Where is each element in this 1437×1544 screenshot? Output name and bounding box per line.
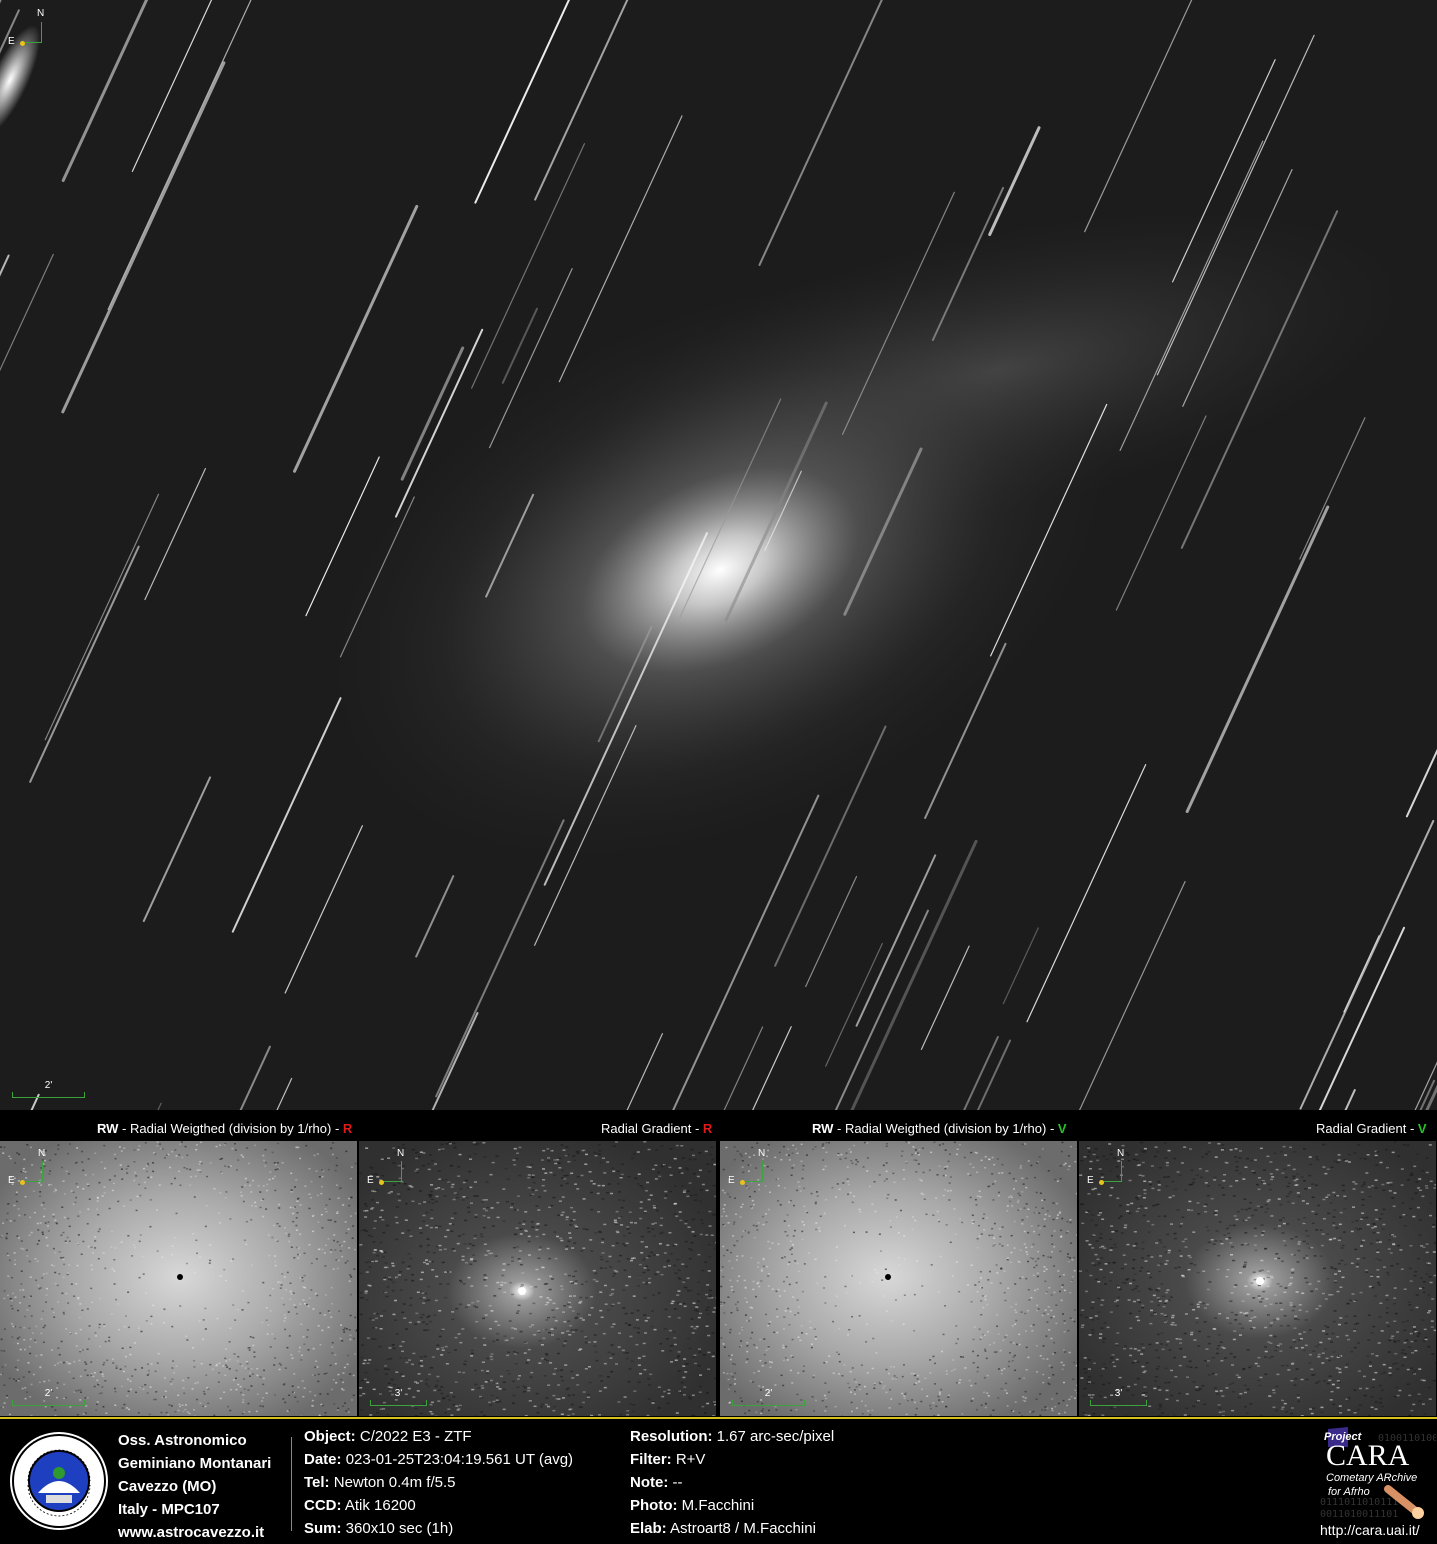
panel-gradient-r <box>359 1141 716 1416</box>
divider <box>291 1437 292 1531</box>
comet-main-image: N E 2' <box>0 0 1437 1110</box>
north-label: N <box>37 8 44 19</box>
scale-label: 2' <box>45 1080 52 1091</box>
comet-nucleus <box>1256 1277 1264 1285</box>
panel-title-gradient-v: Radial Gradient - V <box>1316 1121 1427 1136</box>
compass-indicator: N E <box>6 8 50 52</box>
observatory-website[interactable]: www.astrocavezzo.it <box>118 1521 271 1544</box>
info-left: Object: C/2022 E3 - ZTF Date: 023-01-25T… <box>304 1425 573 1540</box>
panel-compass-3: N E <box>726 1148 770 1192</box>
panel-compass-1: N E <box>6 1148 50 1192</box>
panel-title-gradient-r: Radial Gradient - R <box>601 1121 712 1136</box>
comet-nucleus <box>177 1274 183 1280</box>
panel-scale-bar-4: 3' <box>1090 1400 1147 1406</box>
panel-gradient-v <box>1079 1141 1436 1416</box>
panel-background <box>720 1141 1077 1416</box>
observatory-name: Oss. Astronomico Geminiano Montanari Cav… <box>118 1429 271 1544</box>
panel-rw-v <box>720 1141 1077 1416</box>
scale-bar: 2' <box>12 1092 85 1098</box>
panel-compass-2: N E <box>365 1148 409 1192</box>
panel-scale-bar-2: 3' <box>370 1400 427 1406</box>
comet-position-dot <box>20 41 25 46</box>
east-label: E <box>8 36 15 47</box>
comet-nucleus <box>518 1287 526 1295</box>
info-footer: Oss. Astronomico Geminiano Montanari Cav… <box>0 1417 1437 1544</box>
info-right: Resolution: 1.67 arc-sec/pixel Filter: R… <box>630 1425 834 1540</box>
comet-nucleus <box>885 1274 891 1280</box>
panel-scale-bar-3: 2' <box>732 1400 805 1406</box>
cara-url-link[interactable]: http://cara.uai.it/ <box>1320 1522 1420 1538</box>
panel-background <box>359 1141 716 1416</box>
star-trails-field <box>0 0 1437 1110</box>
observatory-seal-logo <box>8 1429 110 1533</box>
panel-title-rw-r: RW - Radial Weigthed (division by 1/rho)… <box>97 1121 352 1136</box>
panel-titles-row: RW - Radial Weigthed (division by 1/rho)… <box>0 1118 1437 1140</box>
panel-rw-r <box>0 1141 357 1416</box>
panel-title-rw-v: RW - Radial Weigthed (division by 1/rho)… <box>812 1121 1067 1136</box>
panel-scale-bar-1: 2' <box>12 1400 85 1406</box>
panel-compass-4: N E <box>1085 1148 1129 1192</box>
